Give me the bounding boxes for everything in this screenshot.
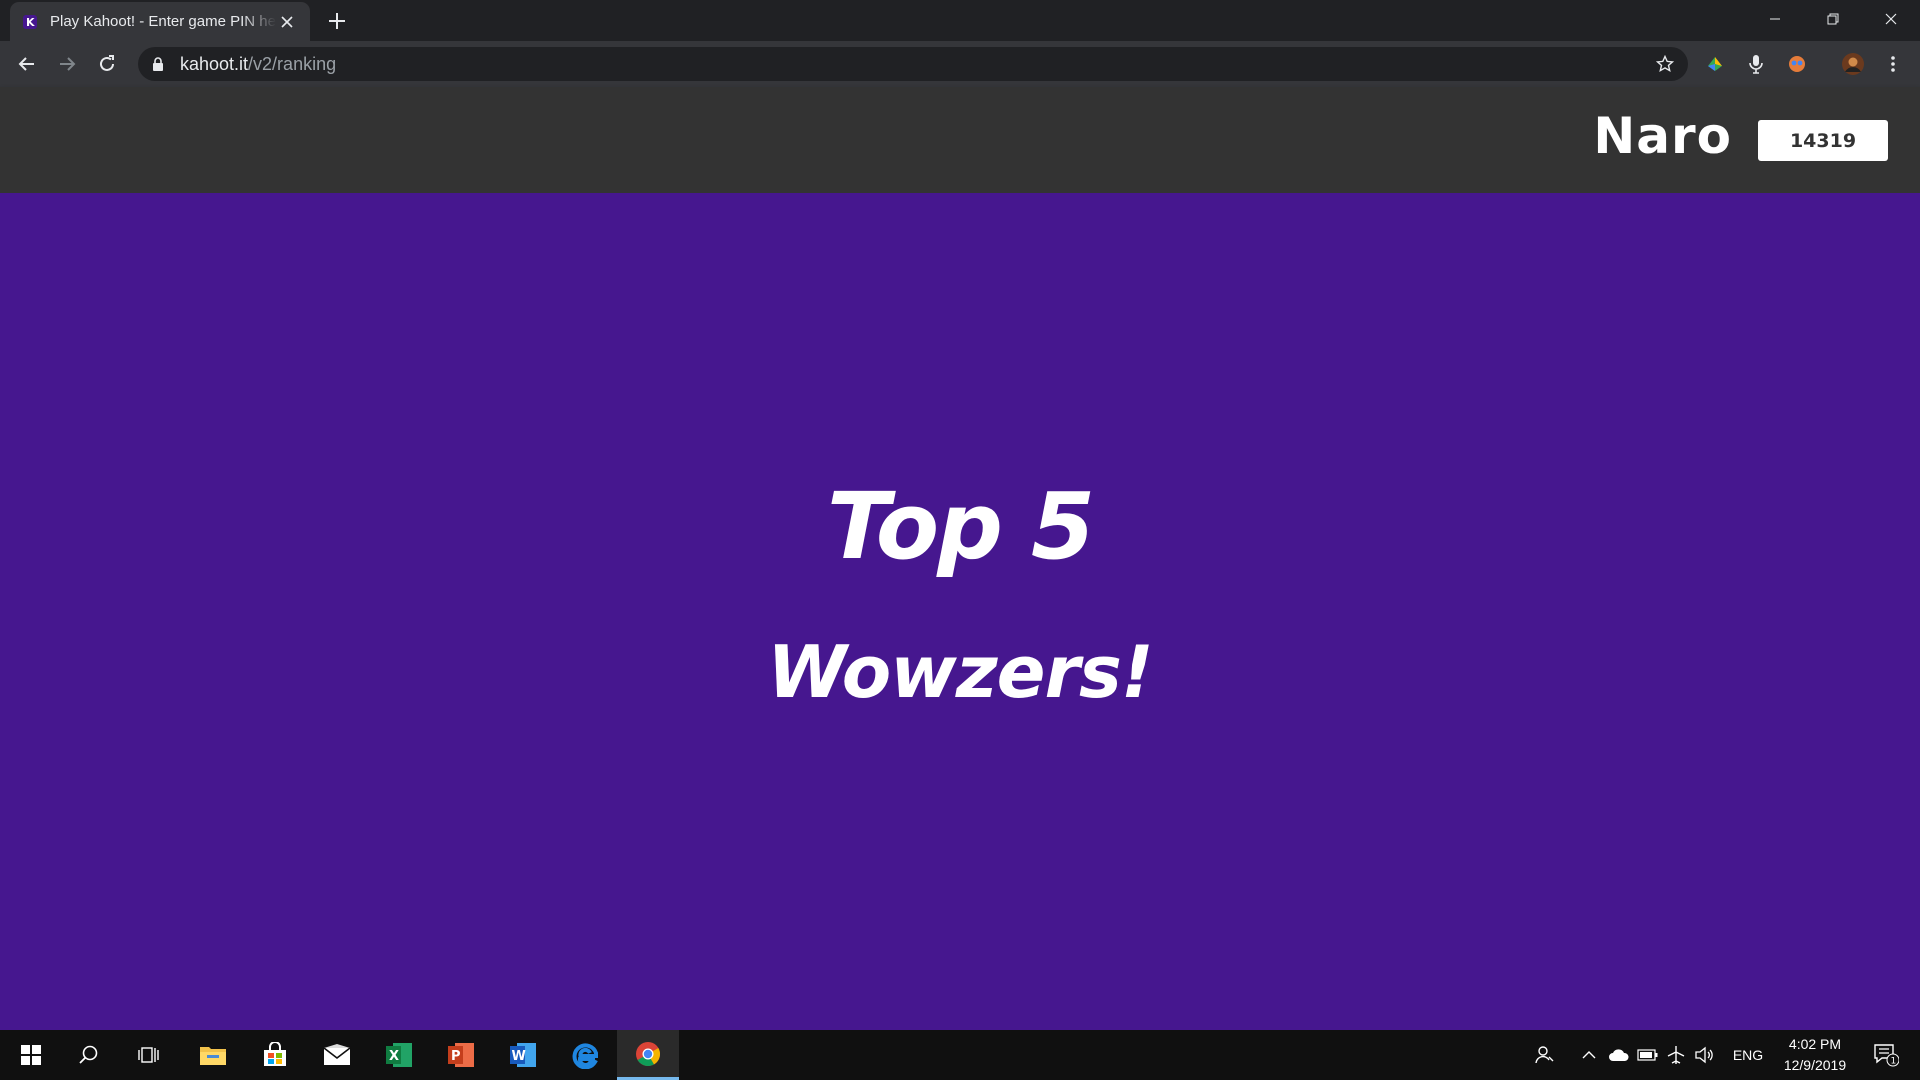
minimize-icon[interactable] <box>1746 0 1804 37</box>
extension-icon[interactable] <box>1704 53 1726 75</box>
address-bar[interactable]: kahoot.it /v2/ranking <box>138 47 1688 81</box>
bookmark-star-icon[interactable] <box>1655 54 1675 78</box>
volume-icon[interactable] <box>1692 1030 1716 1080</box>
score-badge: 14319 <box>1758 120 1888 161</box>
onedrive-icon[interactable] <box>1606 1030 1632 1080</box>
powerpoint-icon[interactable]: P <box>430 1030 492 1080</box>
url-path: /v2/ranking <box>248 53 337 74</box>
extension-mask-icon[interactable] <box>1786 53 1808 75</box>
forward-icon[interactable] <box>52 49 82 79</box>
chrome-icon[interactable] <box>617 1030 679 1080</box>
svg-text:X: X <box>389 1049 399 1064</box>
airplane-mode-icon[interactable] <box>1664 1030 1688 1080</box>
svg-text:K: K <box>26 16 35 29</box>
reload-icon[interactable] <box>92 49 122 79</box>
back-icon[interactable] <box>12 49 42 79</box>
browser-tab[interactable]: K Play Kahoot! - Enter game PIN here <box>10 2 310 41</box>
store-icon[interactable] <box>244 1030 306 1080</box>
url-host: kahoot.it <box>180 53 249 74</box>
browser-toolbar: kahoot.it /v2/ranking <box>0 41 1920 87</box>
edge-icon[interactable] <box>554 1030 616 1080</box>
new-tab-button[interactable] <box>326 10 348 32</box>
lock-icon[interactable] <box>152 57 166 71</box>
svg-text:P: P <box>451 1049 461 1064</box>
task-view-icon[interactable] <box>118 1030 180 1080</box>
praise-message: Wowzers! <box>767 630 1153 714</box>
clock-time: 4:02 PM <box>1788 1036 1842 1052</box>
system-clock[interactable]: 4:02 PM 12/9/2019 <box>1770 1034 1860 1076</box>
clock-date: 12/9/2019 <box>1783 1057 1847 1073</box>
restore-icon[interactable] <box>1804 0 1862 37</box>
profile-avatar-icon[interactable] <box>1840 51 1866 77</box>
start-icon[interactable] <box>0 1030 62 1080</box>
kahoot-favicon-icon: K <box>22 14 38 30</box>
word-icon[interactable]: W <box>492 1030 554 1080</box>
player-name: Naro <box>1593 107 1732 165</box>
mail-icon[interactable] <box>306 1030 368 1080</box>
svg-text:W: W <box>512 1049 526 1064</box>
notification-center-icon[interactable]: 1 <box>1866 1030 1906 1080</box>
tab-close-icon[interactable] <box>276 11 298 33</box>
ranking-panel: Top 5 Wowzers! <box>0 193 1920 1030</box>
browser-tab-strip: K Play Kahoot! - Enter game PIN here <box>0 0 1920 41</box>
rank-title: Top 5 <box>827 473 1095 580</box>
menu-kebab-icon[interactable] <box>1882 53 1904 75</box>
microphone-icon[interactable] <box>1745 53 1767 75</box>
game-header: Naro 14319 <box>0 87 1920 193</box>
close-window-icon[interactable] <box>1862 0 1920 37</box>
search-icon[interactable] <box>58 1030 120 1080</box>
file-explorer-icon[interactable] <box>182 1030 244 1080</box>
people-icon[interactable] <box>1530 1030 1560 1080</box>
language-indicator[interactable]: ENG <box>1726 1030 1770 1080</box>
excel-icon[interactable]: X <box>368 1030 430 1080</box>
windows-taskbar: X P W ENG 4:02 PM 12/9/2019 1 <box>0 1030 1920 1080</box>
notification-count: 1 <box>1891 1057 1897 1067</box>
battery-icon[interactable] <box>1636 1030 1660 1080</box>
tab-title: Play Kahoot! - Enter game PIN here <box>50 13 276 30</box>
window-controls <box>1746 0 1920 37</box>
chevron-up-icon[interactable] <box>1578 1030 1600 1080</box>
